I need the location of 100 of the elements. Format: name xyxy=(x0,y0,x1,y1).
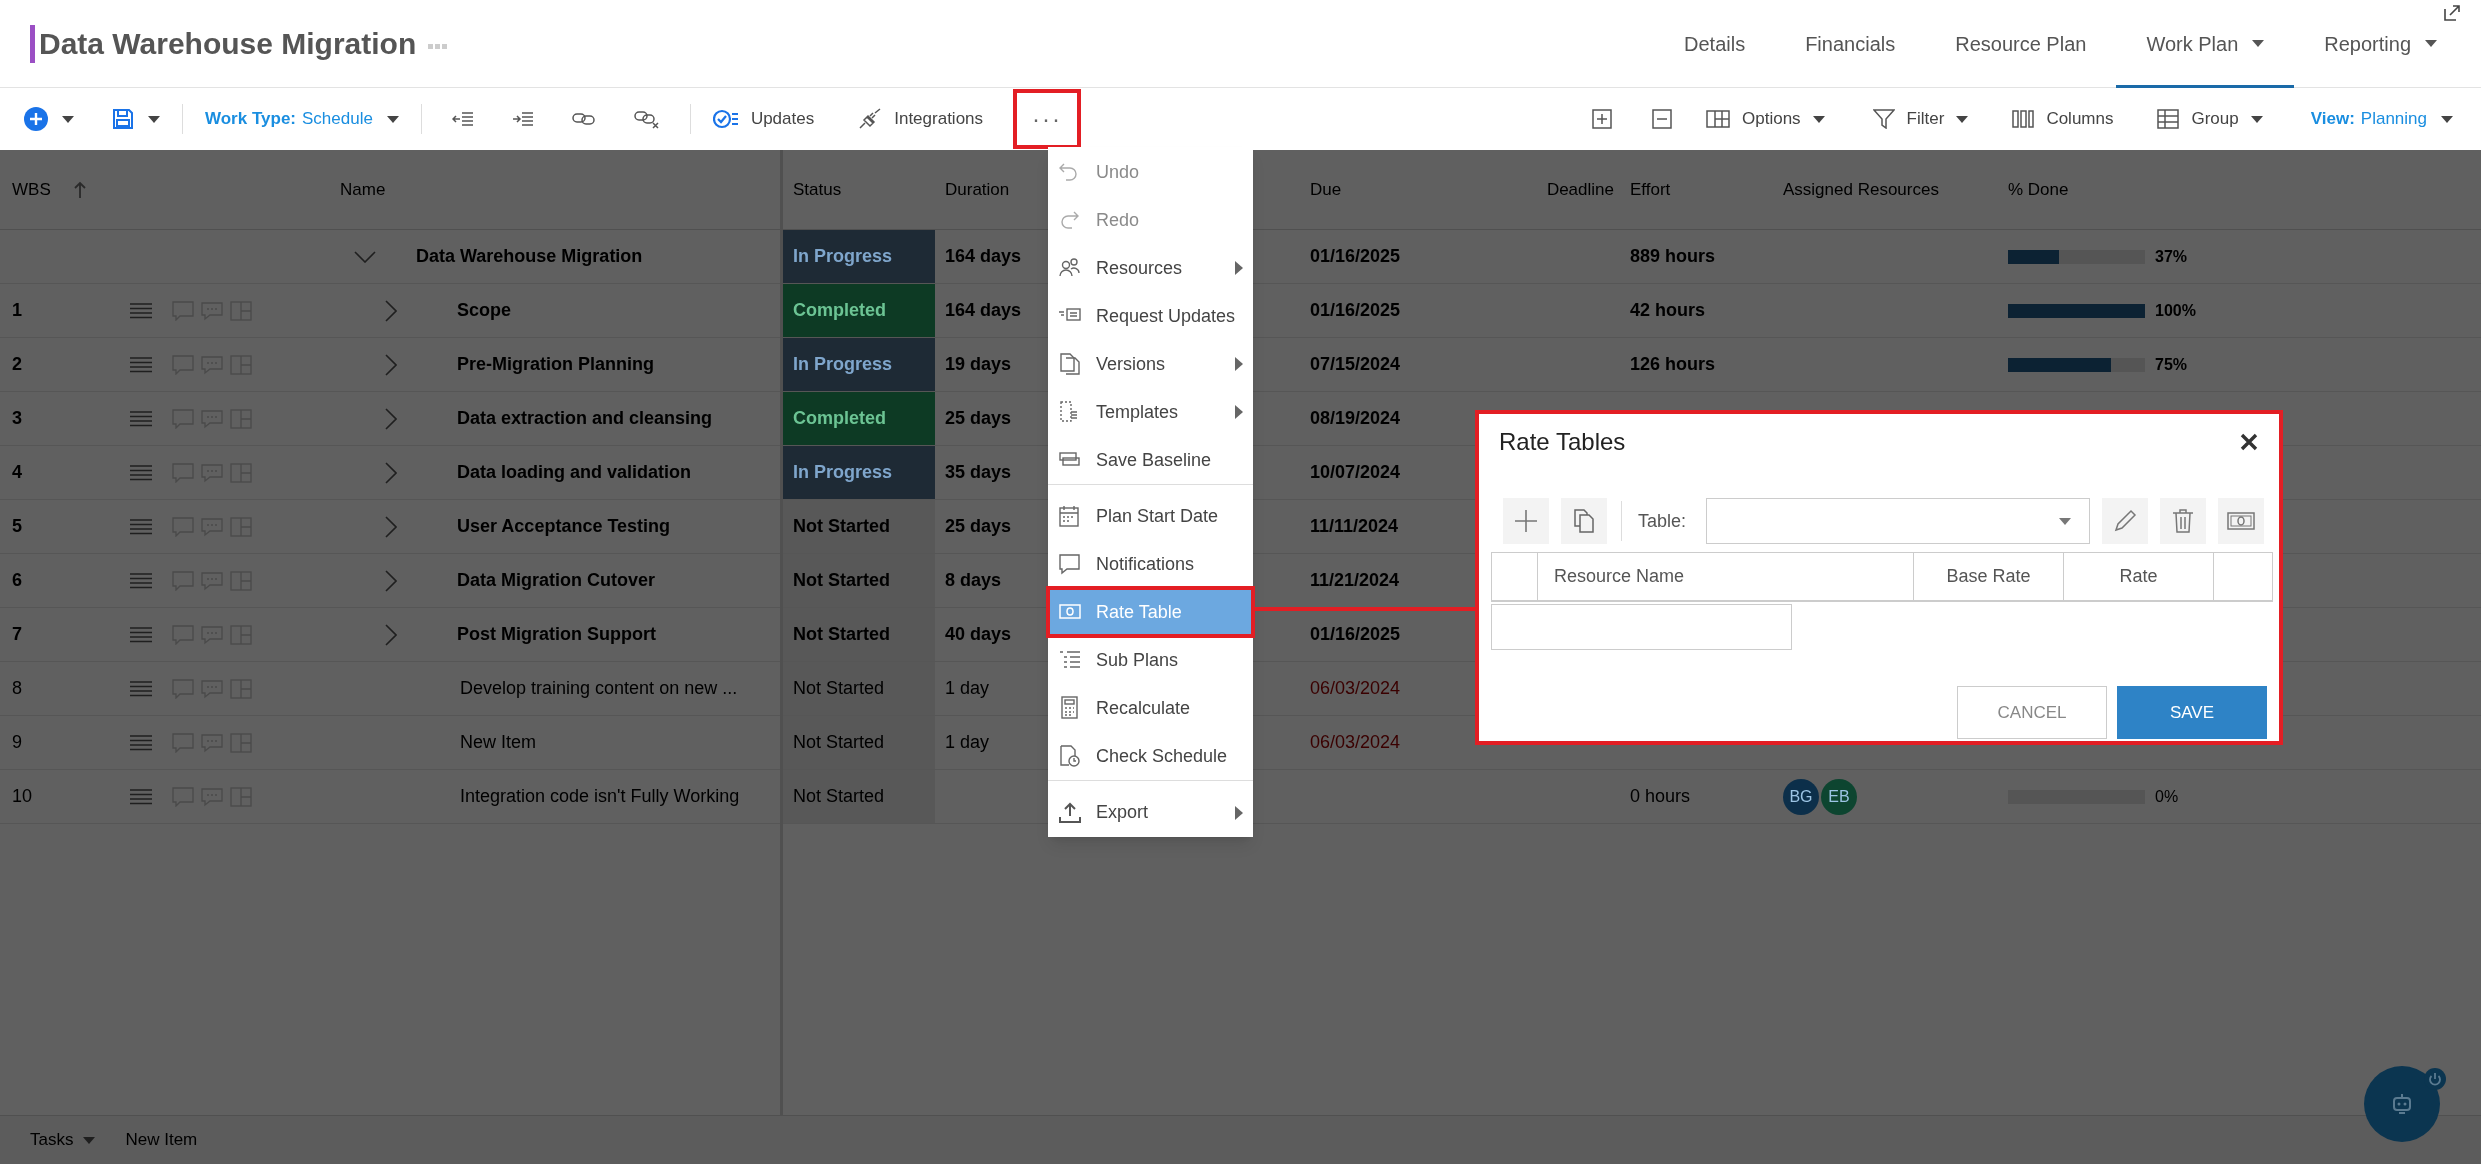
outdent-icon xyxy=(451,111,474,127)
filter-dropdown[interactable]: Filter xyxy=(1868,106,1973,132)
drag-handle-icon[interactable] xyxy=(130,680,152,697)
chevron-right-icon[interactable] xyxy=(385,515,397,538)
drag-handle-icon[interactable] xyxy=(130,356,152,373)
power-icon[interactable] xyxy=(2424,1068,2446,1090)
chevron-right-icon[interactable] xyxy=(385,299,397,322)
duration-cell: 40 days xyxy=(945,624,1012,644)
integrations-button[interactable]: Integrations xyxy=(854,106,988,132)
due-date-cell: 07/15/2024 xyxy=(1310,354,1401,374)
chevron-down-icon[interactable] xyxy=(354,250,376,263)
status-cell: In Progress xyxy=(783,230,935,283)
plus-square-icon xyxy=(1592,109,1612,129)
status-cell: Completed xyxy=(783,392,935,445)
drag-handle-icon[interactable] xyxy=(130,572,152,589)
caret-icon xyxy=(2059,517,2072,525)
drag-handle-icon[interactable] xyxy=(130,626,152,643)
drag-handle-icon[interactable] xyxy=(130,302,152,319)
nav-tab[interactable]: Details xyxy=(1654,0,1776,88)
edit-button[interactable] xyxy=(2102,498,2149,544)
cancel-button[interactable]: CANCEL xyxy=(1957,686,2107,739)
effort-cell: 126 hours xyxy=(1630,354,1716,374)
input-field[interactable] xyxy=(1491,604,1792,650)
menu-item[interactable]: Sub Plans xyxy=(1048,636,1253,684)
more-icon[interactable] xyxy=(428,43,449,50)
wbs-cell: 3 xyxy=(12,408,22,428)
column-header[interactable]: Resource Name xyxy=(1554,563,1685,590)
column-header[interactable]: Base Rate xyxy=(1946,563,2031,590)
chevron-right-icon[interactable] xyxy=(385,407,397,430)
due-date-cell: 01/16/2025 xyxy=(1310,624,1401,644)
save-button[interactable]: SAVE xyxy=(2117,686,2267,739)
columns-button[interactable]: Columns xyxy=(2008,106,2118,132)
chevron-right-icon[interactable] xyxy=(385,461,397,484)
check-list-icon xyxy=(712,109,739,129)
drag-handle-icon[interactable] xyxy=(130,464,152,481)
menu-item[interactable]: Notifications xyxy=(1048,540,1253,588)
options-dropdown[interactable]: Options xyxy=(1702,106,1829,132)
drag-handle-icon[interactable] xyxy=(130,518,152,535)
view-dropdown[interactable]: View: Planning xyxy=(2306,106,2457,132)
menu-item[interactable]: Export xyxy=(1048,780,1253,836)
wbs-cell: 5 xyxy=(12,516,22,536)
delete-button[interactable] xyxy=(2160,498,2207,544)
wbs-cell: 8 xyxy=(12,678,22,698)
upload-icon xyxy=(1058,800,1082,825)
close-button[interactable] xyxy=(2239,432,2259,452)
status-cell: Not Started xyxy=(783,770,935,823)
duration-cell: 25 days xyxy=(945,516,1012,536)
menu-item[interactable]: Templates xyxy=(1048,388,1253,436)
drag-handle-icon[interactable] xyxy=(130,734,152,751)
menu-item[interactable]: Check Schedule xyxy=(1048,732,1253,780)
chevron-right-icon[interactable] xyxy=(385,623,397,646)
chevron-right-icon[interactable] xyxy=(385,569,397,592)
work-type-dropdown[interactable]: Work Type: Schedule xyxy=(201,106,403,132)
caret-icon xyxy=(62,115,74,123)
task-name: User Acceptance Testing xyxy=(457,515,671,538)
wbs-cell: 1 xyxy=(12,300,22,320)
clock-document-icon xyxy=(1058,744,1082,768)
menu-item[interactable]: Plan Start Date xyxy=(1048,484,1253,540)
nav-tab[interactable]: Resource Plan xyxy=(1925,0,2117,88)
wbs-cell: 4 xyxy=(12,462,22,482)
effort-cell: 889 hours xyxy=(1630,246,1716,266)
group-dropdown[interactable]: Group xyxy=(2153,106,2267,132)
nav-tab[interactable]: Financials xyxy=(1775,0,1926,88)
menu-item[interactable]: Save Baseline xyxy=(1048,436,1253,484)
table-select[interactable] xyxy=(1706,498,2091,544)
copy-button[interactable] xyxy=(1561,498,1607,544)
duration-cell: 8 days xyxy=(945,570,1002,590)
status-cell: Completed xyxy=(783,284,935,337)
drag-handle-icon[interactable] xyxy=(130,788,152,805)
copy-icon xyxy=(1573,508,1595,534)
duration-cell: 1 day xyxy=(945,678,990,698)
avatar[interactable]: EB xyxy=(1821,778,1857,815)
expand-icon[interactable] xyxy=(2443,4,2461,22)
caret-icon xyxy=(1812,115,1825,123)
column-header[interactable]: Rate xyxy=(2119,563,2158,590)
link-icon xyxy=(571,111,596,127)
drag-handle-icon[interactable] xyxy=(130,410,152,427)
nav-tab[interactable]: Reporting xyxy=(2294,0,2467,88)
page-title: Data Warehouse Migration xyxy=(39,26,417,62)
updates-button[interactable]: Updates xyxy=(708,106,819,132)
avatar[interactable]: BG xyxy=(1783,778,1819,815)
due-date-cell: 10/07/2024 xyxy=(1310,462,1401,482)
title-accent-bar xyxy=(30,24,35,63)
nav-tab[interactable]: Work Plan xyxy=(2116,0,2295,88)
submenu-arrow-icon xyxy=(1235,805,1243,820)
due-date-cell: 11/11/2024 xyxy=(1310,516,1399,536)
chevron-right-icon[interactable] xyxy=(385,353,397,376)
menu-item[interactable]: Resources xyxy=(1048,244,1253,292)
rates-button[interactable] xyxy=(2218,498,2265,544)
percent-done: 75% xyxy=(2155,354,2188,375)
menu-item[interactable]: Recalculate xyxy=(1048,684,1253,732)
wbs-cell: 2 xyxy=(12,354,22,374)
effort-cell: 0 hours xyxy=(1630,786,1691,806)
grid-icon xyxy=(1706,110,1730,128)
menu-item[interactable]: Request Updates xyxy=(1048,292,1253,340)
duration-cell: 164 days xyxy=(945,246,1022,266)
task-name: Integration code isn't Fully Working xyxy=(460,785,740,808)
status-cell: Not Started xyxy=(783,500,935,553)
menu-item[interactable]: Versions xyxy=(1048,340,1253,388)
due-date-cell: 06/03/2024 xyxy=(1310,678,1401,698)
